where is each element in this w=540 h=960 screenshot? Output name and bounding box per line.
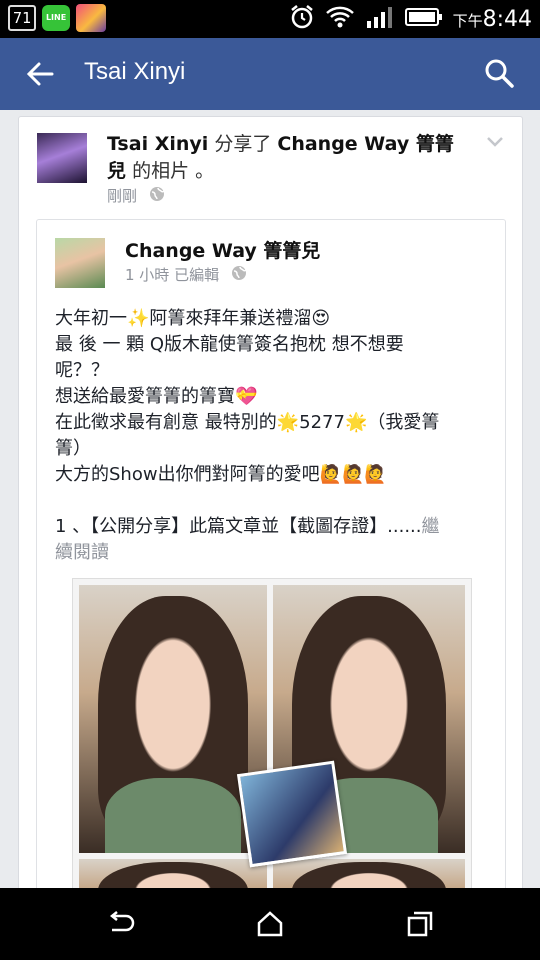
search-icon[interactable] — [484, 58, 514, 92]
post-line: 呢？？ — [55, 360, 109, 381]
photo-left — [79, 585, 267, 853]
home-nav-icon[interactable] — [256, 910, 284, 942]
post-line: 最 後 一 顆 Q版木龍使箐簽名抱枕 想不想要 — [55, 334, 404, 355]
app-bar: Tsai Xinyi — [0, 38, 540, 110]
story-time[interactable]: 剛剛 — [107, 185, 137, 206]
shared-author-avatar[interactable] — [55, 238, 105, 288]
status-bar: 71 LINE 下午8:44 — [0, 0, 540, 38]
alarm-icon — [289, 4, 315, 34]
action-suffix: 的相片 。 — [132, 160, 215, 182]
story-meta: 剛剛 — [107, 185, 165, 206]
post-line-last: 1 、【公開分享】此篇文章並【截圖存證】......繼 — [55, 516, 440, 537]
shared-post: Change Way 箐箐兒 1 小時 已編輯 大年初一✨阿箐來拜年兼送禮溜😍 … — [36, 219, 506, 920]
shared-post-time[interactable]: 1 小時 已編輯 — [125, 264, 219, 285]
battery-icon — [404, 7, 443, 31]
post-line-blank — [55, 488, 495, 514]
author-avatar[interactable] — [37, 133, 87, 183]
wifi-icon — [325, 4, 355, 34]
story-header: Tsai Xinyi 分享了 Change Way 箐箐兒 的相片 。 — [107, 131, 457, 185]
see-more-link-cont[interactable]: 續閱讀 — [55, 540, 495, 566]
post-line: 在此徵求最有創意 最特別的🌟5277🌟（我愛箐 — [55, 412, 440, 433]
author-name[interactable]: Tsai Xinyi — [107, 133, 208, 155]
sticker-image — [236, 760, 348, 868]
shared-post-meta: 1 小時 已編輯 — [125, 264, 247, 285]
post-line: 大年初一✨阿箐來拜年兼送禮溜😍 — [55, 308, 331, 329]
back-arrow-icon[interactable] — [26, 60, 54, 92]
see-more-link[interactable]: 繼 — [422, 516, 440, 537]
game-app-icon — [76, 4, 107, 32]
shared-photo[interactable] — [72, 578, 472, 920]
page-title: Tsai Xinyi — [84, 58, 186, 85]
notification-count-badge: 71 — [8, 5, 37, 31]
post-line: 箐） — [55, 438, 91, 459]
back-nav-icon[interactable] — [106, 910, 136, 942]
globe-icon — [231, 265, 247, 285]
post-body: 大年初一✨阿箐來拜年兼送禮溜😍 最 後 一 顆 Q版木龍使箐簽名抱枕 想不想要 … — [55, 306, 495, 566]
signal-icon — [365, 5, 395, 33]
line-app-icon: LINE — [42, 5, 71, 31]
system-nav-bar — [0, 888, 540, 960]
globe-icon — [149, 186, 165, 206]
photo-subject-body — [105, 777, 241, 853]
clock: 下午8:44 — [452, 6, 532, 32]
post-line: 大方的Show出你們對阿箐的愛吧🙋🙋🙋 — [55, 464, 387, 485]
feed-story-card: Tsai Xinyi 分享了 Change Way 箐箐兒 的相片 。 剛剛 C… — [18, 116, 523, 920]
chevron-down-icon[interactable] — [486, 133, 504, 152]
post-line: 想送給最愛箐箐的箐寶💝 — [55, 386, 258, 407]
action-prefix: 分享了 — [214, 133, 272, 155]
shared-author-name[interactable]: Change Way 箐箐兒 — [125, 236, 320, 263]
recents-nav-icon[interactable] — [406, 910, 434, 942]
